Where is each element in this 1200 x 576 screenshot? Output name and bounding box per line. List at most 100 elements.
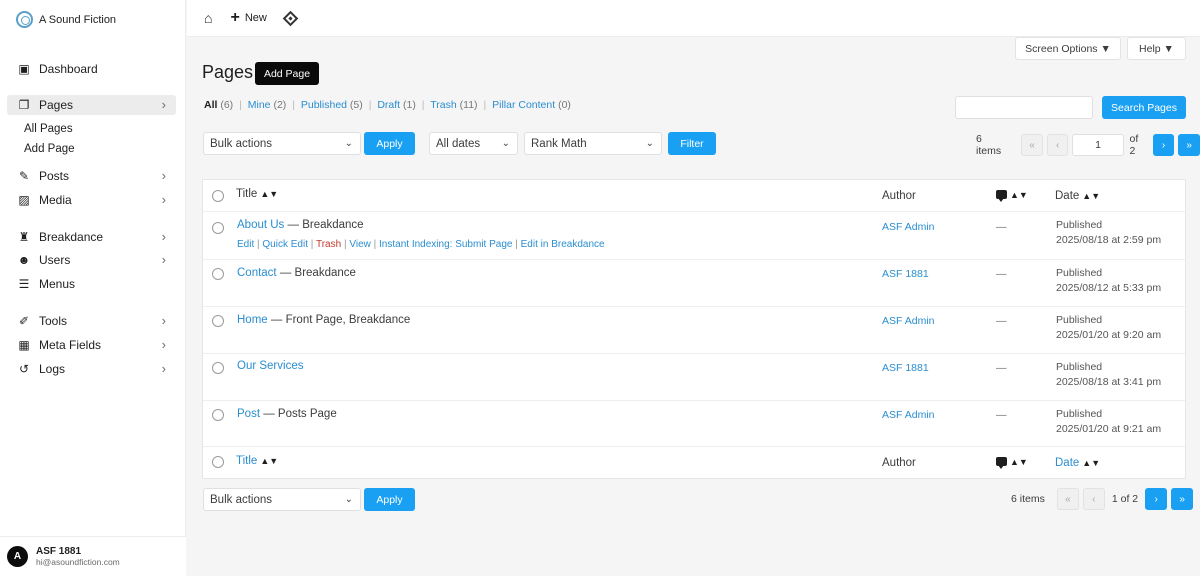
brand[interactable]: A Sound Fiction — [16, 11, 116, 28]
prev-page-button[interactable]: ‹ — [1046, 134, 1069, 156]
chevron-right-icon: › — [161, 192, 166, 207]
column-date[interactable]: Date ▲▼ — [1055, 457, 1100, 469]
apply-button[interactable]: Apply — [364, 132, 415, 155]
admin-sidebar: A Sound Fiction ▣ Dashboard ❐ Pages › Al… — [0, 0, 186, 576]
sidebar-item-meta-fields[interactable]: ▦ Meta Fields › — [7, 335, 176, 355]
select-all-checkbox[interactable] — [212, 456, 224, 468]
column-date[interactable]: Date ▲▼ — [1055, 190, 1100, 202]
chevron-right-icon: › — [161, 361, 166, 376]
sidebar-item-media[interactable]: ▨ Media › — [7, 190, 176, 210]
row-checkbox[interactable] — [212, 362, 224, 374]
view-link[interactable]: View — [349, 239, 371, 250]
sidebar-item-menus[interactable]: ☰ Menus — [7, 274, 176, 294]
filter-trash[interactable]: Trash — [430, 99, 456, 111]
row-checkbox[interactable] — [212, 268, 224, 280]
add-page-button[interactable]: Add Page — [255, 62, 319, 85]
column-title[interactable]: Title ▲▼ — [236, 455, 278, 467]
new-button[interactable]: + New — [230, 10, 266, 26]
table-row: Our Services ASF 1881 — Published 2025/0… — [203, 354, 1185, 401]
row-status: Published — [1056, 267, 1103, 279]
row-author[interactable]: ASF Admin — [882, 315, 935, 327]
column-title[interactable]: Title ▲▼ — [236, 188, 278, 200]
column-comments[interactable]: ▲▼ — [996, 456, 1028, 470]
row-title: Home — Front Page, Breakdance — [237, 314, 410, 326]
row-datetime: 2025/01/20 at 9:20 am — [1056, 329, 1162, 341]
row-comments: — — [996, 315, 1007, 327]
select-all-checkbox[interactable] — [212, 190, 224, 202]
rank-math-select[interactable]: Rank Math ⌄ — [524, 132, 662, 155]
help-button[interactable]: Help ▼ — [1127, 37, 1186, 60]
sidebar-item-breakdance[interactable]: ♜ Breakdance › — [7, 227, 176, 247]
page-title-link[interactable]: Home — [237, 314, 268, 326]
apply-button-bottom[interactable]: Apply — [364, 488, 415, 511]
filter-published[interactable]: Published — [301, 99, 347, 111]
filter-draft[interactable]: Draft — [377, 99, 400, 111]
page-title-link[interactable]: Our Services — [237, 360, 303, 372]
sidebar-subitem-all-pages[interactable]: All Pages — [24, 123, 73, 135]
sidebar-item-logs[interactable]: ↺ Logs › — [7, 359, 176, 379]
search-input[interactable] — [955, 96, 1093, 119]
trash-link[interactable]: Trash — [316, 239, 341, 250]
row-author[interactable]: ASF Admin — [882, 409, 935, 421]
column-comments[interactable]: ▲▼ — [996, 189, 1028, 203]
dates-value: All dates — [436, 137, 481, 150]
sidebar-item-tools[interactable]: ✐ Tools › — [7, 311, 176, 331]
row-status: Published — [1056, 408, 1103, 420]
row-author[interactable]: ASF Admin — [882, 221, 935, 233]
table-row: Home — Front Page, Breakdance ASF Admin … — [203, 307, 1185, 354]
status-filters: All (6) | Mine (2) | Published (5) | Dra… — [204, 99, 571, 111]
sidebar-item-dashboard[interactable]: ▣ Dashboard — [7, 59, 176, 79]
row-author[interactable]: ASF 1881 — [882, 268, 929, 280]
table-row: About Us — Breakdance Edit | Quick Edit … — [203, 212, 1185, 260]
sidebar-item-users[interactable]: ☻ Users › — [7, 250, 176, 270]
sidebar-item-label: Meta Fields — [39, 338, 102, 352]
filter-mine[interactable]: Mine — [248, 99, 271, 111]
first-page-button[interactable]: « — [1021, 134, 1043, 156]
screen-options-button[interactable]: Screen Options ▼ — [1015, 37, 1121, 60]
last-page-button[interactable]: » — [1171, 488, 1194, 510]
row-checkbox[interactable] — [212, 409, 224, 421]
column-author: Author — [882, 457, 916, 469]
row-actions: Edit | Quick Edit | Trash | View | Insta… — [237, 239, 605, 250]
filter-pillar-content[interactable]: Pillar Content — [492, 99, 555, 111]
page-title-link[interactable]: Contact — [237, 267, 277, 279]
edit-in-breakdance-link[interactable]: Edit in Breakdance — [521, 239, 605, 250]
breakdance-diamond-icon[interactable] — [282, 10, 299, 26]
next-page-button[interactable]: › — [1145, 488, 1168, 510]
user-email: hi@asoundfiction.com — [36, 557, 120, 567]
filter-count: (0) — [558, 99, 571, 111]
row-author[interactable]: ASF 1881 — [882, 362, 929, 374]
filter-all[interactable]: All — [204, 99, 217, 111]
first-page-button[interactable]: « — [1056, 488, 1079, 510]
row-status: Published — [1056, 361, 1103, 373]
row-checkbox[interactable] — [212, 315, 224, 327]
page-title-link[interactable]: About Us — [237, 219, 284, 231]
sidebar-subitem-add-page[interactable]: Add Page — [24, 143, 75, 155]
column-author: Author — [882, 190, 916, 202]
bulk-actions-select[interactable]: Bulk actions ⌄ — [203, 132, 361, 155]
admin-topbar: ⌂ + New — [187, 0, 1200, 37]
edit-link[interactable]: Edit — [237, 239, 254, 250]
quick-edit-link[interactable]: Quick Edit — [262, 239, 308, 250]
page-title-link[interactable]: Post — [237, 408, 260, 420]
user-profile[interactable]: A ASF 1881 hi@asoundfiction.com — [0, 536, 186, 576]
avatar: A — [7, 546, 28, 567]
row-comments: — — [996, 221, 1007, 233]
page-state: — Breakdance — [276, 267, 356, 279]
row-title: Post — Posts Page — [237, 408, 337, 420]
home-icon[interactable]: ⌂ — [204, 10, 212, 26]
instant-indexing-link[interactable]: Instant Indexing: Submit Page — [379, 239, 512, 250]
search-pages-button[interactable]: Search Pages — [1102, 96, 1186, 119]
row-checkbox[interactable] — [212, 222, 224, 234]
current-page-input[interactable]: 1 — [1072, 134, 1124, 156]
sidebar-item-pages[interactable]: ❐ Pages › — [7, 95, 176, 115]
last-page-button[interactable]: » — [1178, 134, 1200, 156]
sidebar-item-posts[interactable]: ✎ Posts › — [7, 166, 176, 186]
dates-select[interactable]: All dates ⌄ — [429, 132, 518, 155]
bulk-actions-select-bottom[interactable]: Bulk actions ⌄ — [203, 488, 361, 511]
prev-page-button[interactable]: ‹ — [1082, 488, 1105, 510]
next-page-button[interactable]: › — [1152, 134, 1175, 156]
filter-button[interactable]: Filter — [668, 132, 716, 155]
column-date-label: Date — [1055, 457, 1080, 469]
logs-icon: ↺ — [18, 362, 30, 376]
